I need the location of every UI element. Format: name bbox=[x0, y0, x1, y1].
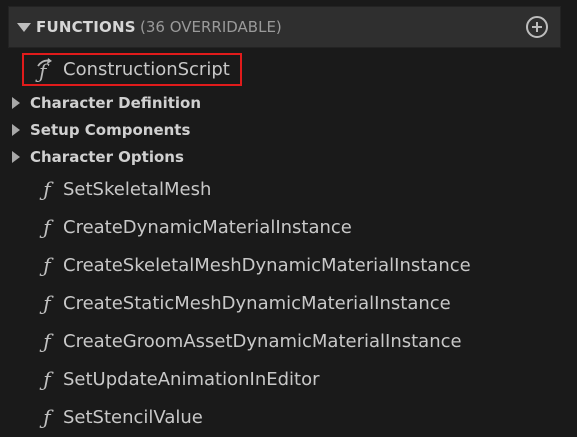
function-icon: ƒ bbox=[43, 291, 51, 315]
category-label: Character Options bbox=[30, 148, 184, 166]
category-label: Setup Components bbox=[30, 121, 191, 139]
functions-section-header[interactable]: FUNCTIONS (36 OVERRIDABLE) bbox=[8, 6, 561, 48]
functions-panel: FUNCTIONS (36 OVERRIDABLE) ƒ Constructio… bbox=[0, 0, 577, 437]
function-item-set-skeletal-mesh[interactable]: ƒ SetSkeletalMesh bbox=[38, 174, 211, 204]
category-label: Character Definition bbox=[30, 94, 202, 112]
function-item-set-update-animation-in-editor[interactable]: ƒ SetUpdateAnimationInEditor bbox=[38, 364, 320, 394]
function-item-set-stencil-value[interactable]: ƒ SetStencilValue bbox=[38, 402, 203, 432]
function-item-create-static-mesh-dynamic-material-instance[interactable]: ƒ CreateStaticMeshDynamicMaterialInstanc… bbox=[38, 288, 451, 318]
construction-function-icon: ƒ bbox=[35, 58, 52, 83]
category-setup-components[interactable]: Setup Components bbox=[12, 118, 190, 142]
construction-script-label: ConstructionScript bbox=[63, 59, 230, 80]
function-label: CreateDynamicMaterialInstance bbox=[63, 216, 352, 238]
section-title: FUNCTIONS bbox=[36, 18, 136, 36]
construction-script-item[interactable]: ƒ ConstructionScript bbox=[22, 53, 242, 86]
function-icon: ƒ bbox=[43, 253, 51, 277]
function-label: SetUpdateAnimationInEditor bbox=[63, 368, 320, 390]
function-icon: ƒ bbox=[43, 215, 51, 239]
function-item-create-dynamic-material-instance[interactable]: ƒ CreateDynamicMaterialInstance bbox=[38, 212, 352, 242]
category-character-options[interactable]: Character Options bbox=[12, 145, 184, 169]
expand-arrow-icon[interactable] bbox=[12, 151, 20, 163]
function-label: SetStencilValue bbox=[63, 406, 203, 428]
function-icon: ƒ bbox=[43, 329, 51, 353]
category-character-definition[interactable]: Character Definition bbox=[12, 91, 201, 115]
function-icon: ƒ bbox=[43, 367, 51, 391]
function-item-create-groom-asset-dynamic-material-instance[interactable]: ƒ CreateGroomAssetDynamicMaterialInstanc… bbox=[38, 326, 462, 356]
function-icon: ƒ bbox=[43, 177, 51, 201]
function-item-create-skeletal-mesh-dynamic-material-instance[interactable]: ƒ CreateSkeletalMeshDynamicMaterialInsta… bbox=[38, 250, 471, 280]
function-label: CreateSkeletalMeshDynamicMaterialInstanc… bbox=[63, 254, 471, 276]
function-label: CreateGroomAssetDynamicMaterialInstance bbox=[63, 330, 462, 352]
add-function-button[interactable] bbox=[526, 16, 548, 38]
overridable-count: (36 OVERRIDABLE) bbox=[140, 18, 282, 36]
expand-arrow-icon[interactable] bbox=[12, 124, 20, 136]
function-label: CreateStaticMeshDynamicMaterialInstance bbox=[63, 292, 451, 314]
expand-arrow-icon[interactable] bbox=[12, 97, 20, 109]
collapse-arrow-icon[interactable] bbox=[17, 23, 31, 32]
function-label: SetSkeletalMesh bbox=[63, 178, 212, 200]
function-icon: ƒ bbox=[43, 405, 51, 429]
